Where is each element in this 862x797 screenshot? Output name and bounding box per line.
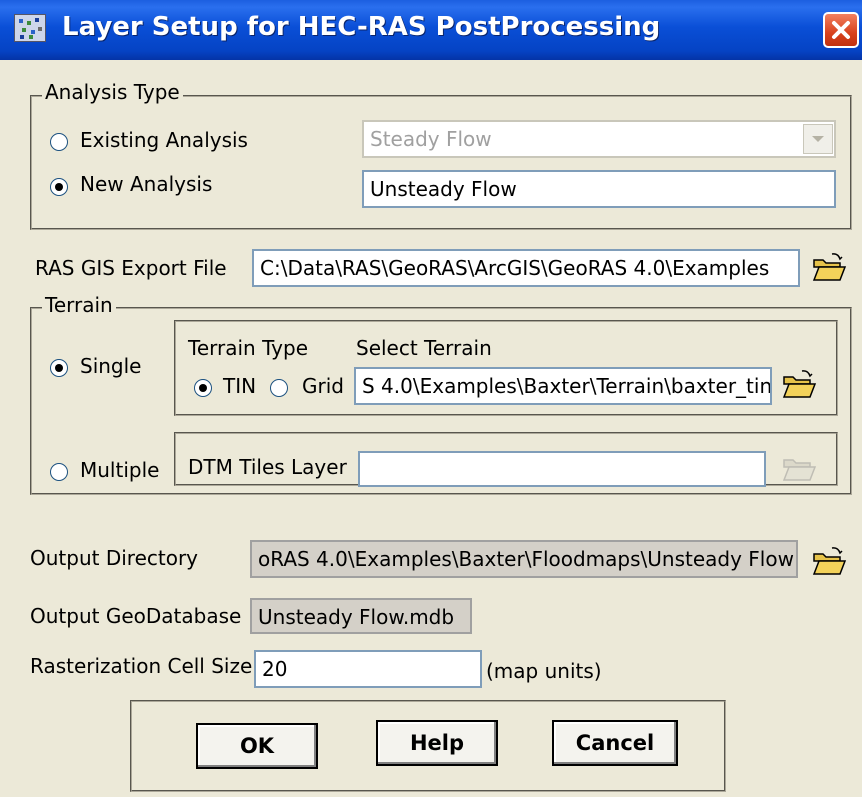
close-button[interactable]	[823, 12, 859, 48]
output-directory-browse-button[interactable]	[810, 544, 848, 582]
terrain-type-label: Terrain Type	[188, 336, 308, 360]
export-file-label: RAS GIS Export File	[35, 256, 227, 280]
grid-label[interactable]: Grid	[302, 374, 344, 398]
new-analysis-input[interactable]: Unsteady Flow	[362, 170, 836, 208]
terrain-label: Terrain	[42, 293, 116, 317]
select-terrain-label: Select Terrain	[356, 336, 492, 360]
output-directory-label: Output Directory	[30, 546, 199, 570]
existing-analysis-label[interactable]: Existing Analysis	[80, 128, 248, 152]
analysis-type-group	[30, 95, 852, 230]
tin-radio[interactable]	[194, 379, 212, 397]
terrain-browse-button[interactable]	[780, 367, 818, 405]
close-x-icon	[832, 21, 850, 39]
map-units-label: (map units)	[486, 659, 602, 683]
output-directory-field: oRAS 4.0\Examples\Baxter\Floodmaps\Unste…	[250, 540, 798, 578]
dtm-tiles-label: DTM Tiles Layer	[188, 455, 347, 479]
existing-analysis-dropdown[interactable]: Steady Flow	[362, 120, 836, 158]
open-folder-icon	[782, 459, 817, 481]
ok-button[interactable]: OK	[196, 723, 318, 769]
cell-size-input[interactable]: 20	[254, 650, 482, 688]
cancel-button[interactable]: Cancel	[552, 720, 678, 766]
dtm-tiles-input[interactable]	[358, 451, 766, 487]
single-label[interactable]: Single	[80, 354, 141, 378]
single-radio[interactable]	[50, 359, 68, 377]
new-analysis-radio[interactable]	[50, 178, 68, 196]
open-folder-icon	[812, 547, 847, 575]
export-file-browse-button[interactable]	[810, 250, 848, 288]
dropdown-arrow-button[interactable]	[803, 124, 833, 154]
terrain-input[interactable]: S 4.0\Examples\Baxter\Terrain\baxter_tin	[354, 367, 772, 405]
multiple-radio[interactable]	[50, 463, 68, 481]
window-title: Layer Setup for HEC-RAS PostProcessing	[62, 12, 661, 42]
output-geodatabase-field: Unsteady Flow.mdb	[250, 598, 472, 634]
app-icon	[14, 14, 46, 42]
export-file-input[interactable]: C:\Data\RAS\GeoRAS\ArcGIS\GeoRAS 4.0\Exa…	[252, 249, 800, 287]
existing-analysis-value: Steady Flow	[370, 127, 492, 151]
multiple-label[interactable]: Multiple	[80, 458, 159, 482]
cell-size-label: Rasterization Cell Size	[30, 654, 253, 678]
existing-analysis-radio[interactable]	[50, 133, 68, 151]
chevron-down-icon	[812, 136, 824, 142]
output-geodatabase-label: Output GeoDatabase	[30, 604, 242, 628]
title-bar[interactable]: Layer Setup for HEC-RAS PostProcessing	[0, 0, 862, 60]
open-folder-icon	[812, 253, 847, 281]
grid-radio[interactable]	[270, 379, 288, 397]
open-folder-icon	[782, 370, 817, 398]
analysis-type-label: Analysis Type	[42, 80, 183, 104]
tin-label[interactable]: TIN	[223, 374, 256, 398]
help-button[interactable]: Help	[376, 720, 498, 766]
dtm-tiles-browse-button[interactable]	[780, 450, 818, 488]
new-analysis-label[interactable]: New Analysis	[80, 172, 212, 196]
